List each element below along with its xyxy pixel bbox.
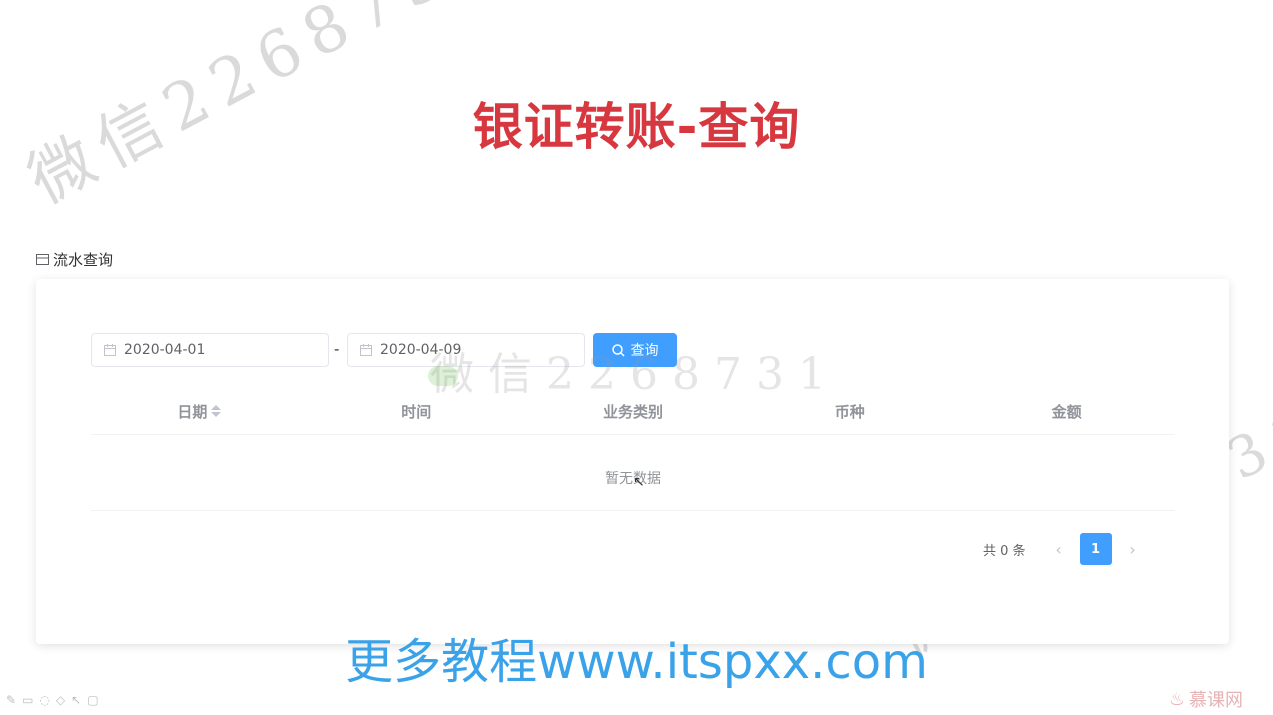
promo-text: 更多教程www.itspxx.com [345,634,928,690]
slide-title: 银证转账-查询 [472,98,801,156]
sort-icon[interactable] [211,405,222,417]
pagination: 共 0 条 ‹ 1 › [983,533,1148,565]
end-date-value: 2020-04-09 [380,342,462,358]
section-heading: 流水查询 [36,249,113,270]
query-button-label: 查询 [630,343,659,359]
data-table: 日期 时间 业务类别 币种 金额 暂无数据 [91,388,1175,511]
comment-icon[interactable]: ▢ [87,693,98,707]
search-icon [611,343,625,357]
column-label: 日期 [177,402,208,421]
rectangle-icon[interactable]: ▭ [22,693,33,707]
calendar-icon [104,344,116,356]
column-label: 时间 [401,402,432,421]
range-separator: - [334,340,340,358]
column-label: 业务类别 [602,402,663,421]
section-title: 流水查询 [53,251,114,269]
column-header-category: 业务类别 [525,401,742,422]
column-header-time: 时间 [308,401,525,422]
column-header-amount: 金额 [958,401,1175,422]
query-button[interactable]: 查询 [593,333,677,367]
player-toolbar: ✎ ▭ ◌ ◇ ↖ ▢ [6,693,99,707]
watermark-logo [428,366,458,386]
brand-logo: ♨ 慕课网 [1169,686,1243,712]
column-label: 币种 [834,402,865,421]
column-label: 金额 [1051,402,1082,421]
column-header-date[interactable]: 日期 [91,401,308,422]
flame-icon: ♨ [1168,688,1185,710]
card-icon [36,254,49,265]
prev-page-icon[interactable]: ‹ [1044,540,1074,559]
column-header-currency: 币种 [741,401,958,422]
calendar-icon [360,344,372,356]
end-date-input[interactable]: 2020-04-09 [347,333,585,367]
page-number[interactable]: 1 [1079,533,1112,565]
next-page-icon[interactable]: › [1118,540,1148,559]
lasso-icon[interactable]: ◌ [39,693,49,707]
eraser-icon[interactable]: ◇ [56,693,65,707]
start-date-input[interactable]: 2020-04-01 [91,333,329,367]
table-header: 日期 时间 业务类别 币种 金额 [91,388,1175,435]
pointer-icon[interactable]: ↖ [71,693,81,707]
query-card: 2020-04-01 - 2020-04-09 查询 日期 时间 业务类别 币种… [36,279,1229,644]
pen-icon[interactable]: ✎ [6,693,16,707]
cursor-icon: ↖ [633,474,645,490]
start-date-value: 2020-04-01 [124,342,206,358]
brand-name: 慕课网 [1189,690,1243,711]
pagination-total: 共 0 条 [983,543,1026,559]
